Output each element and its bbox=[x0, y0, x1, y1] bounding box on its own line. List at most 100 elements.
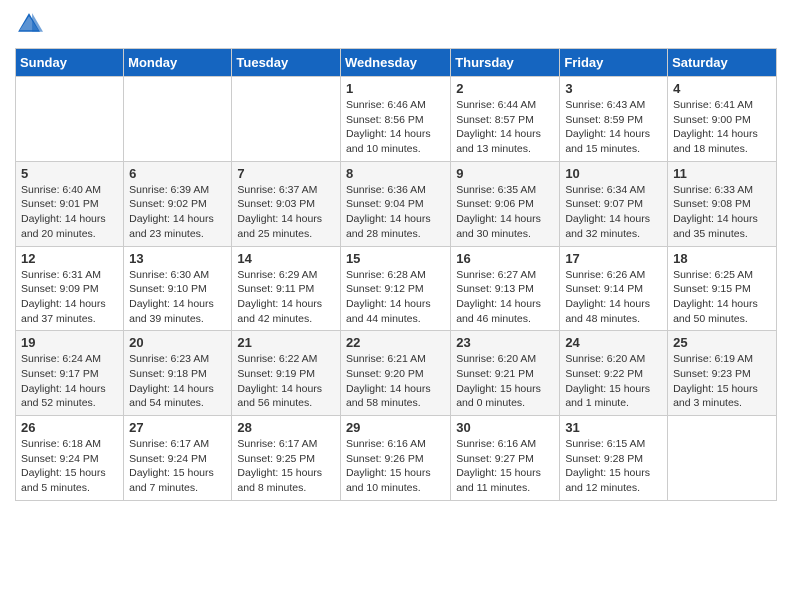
day-number: 16 bbox=[456, 251, 554, 266]
calendar-week-4: 19 Sunrise: 6:24 AMSunset: 9:17 PMDayligh… bbox=[16, 331, 777, 416]
cell-content: Sunrise: 6:20 AMSunset: 9:21 PMDaylight:… bbox=[456, 352, 554, 411]
cell-content: Sunrise: 6:24 AMSunset: 9:17 PMDaylight:… bbox=[21, 352, 118, 411]
day-header-friday: Friday bbox=[560, 49, 668, 77]
cell-content: Sunrise: 6:15 AMSunset: 9:28 PMDaylight:… bbox=[565, 437, 662, 496]
calendar-header-row: SundayMondayTuesdayWednesdayThursdayFrid… bbox=[16, 49, 777, 77]
day-number: 1 bbox=[346, 81, 445, 96]
calendar-cell: 26 Sunrise: 6:18 AMSunset: 9:24 PMDayligh… bbox=[16, 416, 124, 501]
calendar-cell: 29 Sunrise: 6:16 AMSunset: 9:26 PMDayligh… bbox=[340, 416, 450, 501]
cell-content: Sunrise: 6:36 AMSunset: 9:04 PMDaylight:… bbox=[346, 183, 445, 242]
logo bbox=[15, 10, 47, 38]
calendar-cell bbox=[232, 77, 341, 162]
day-header-saturday: Saturday bbox=[668, 49, 777, 77]
cell-content: Sunrise: 6:17 AMSunset: 9:24 PMDaylight:… bbox=[129, 437, 226, 496]
cell-content: Sunrise: 6:27 AMSunset: 9:13 PMDaylight:… bbox=[456, 268, 554, 327]
cell-content: Sunrise: 6:23 AMSunset: 9:18 PMDaylight:… bbox=[129, 352, 226, 411]
day-number: 4 bbox=[673, 81, 771, 96]
calendar-cell: 10 Sunrise: 6:34 AMSunset: 9:07 PMDayligh… bbox=[560, 161, 668, 246]
calendar-cell: 31 Sunrise: 6:15 AMSunset: 9:28 PMDayligh… bbox=[560, 416, 668, 501]
calendar-cell: 18 Sunrise: 6:25 AMSunset: 9:15 PMDayligh… bbox=[668, 246, 777, 331]
calendar-cell: 3 Sunrise: 6:43 AMSunset: 8:59 PMDaylight… bbox=[560, 77, 668, 162]
day-number: 28 bbox=[237, 420, 335, 435]
day-number: 23 bbox=[456, 335, 554, 350]
day-number: 21 bbox=[237, 335, 335, 350]
day-number: 18 bbox=[673, 251, 771, 266]
cell-content: Sunrise: 6:37 AMSunset: 9:03 PMDaylight:… bbox=[237, 183, 335, 242]
cell-content: Sunrise: 6:19 AMSunset: 9:23 PMDaylight:… bbox=[673, 352, 771, 411]
calendar-cell: 12 Sunrise: 6:31 AMSunset: 9:09 PMDayligh… bbox=[16, 246, 124, 331]
calendar-cell: 24Sunrise: 6:20 AMSunset: 9:22 PMDayligh… bbox=[560, 331, 668, 416]
calendar-cell: 30 Sunrise: 6:16 AMSunset: 9:27 PMDayligh… bbox=[451, 416, 560, 501]
calendar-cell: 19 Sunrise: 6:24 AMSunset: 9:17 PMDayligh… bbox=[16, 331, 124, 416]
day-number: 25 bbox=[673, 335, 771, 350]
calendar-cell: 21Sunrise: 6:22 AMSunset: 9:19 PMDayligh… bbox=[232, 331, 341, 416]
day-number: 7 bbox=[237, 166, 335, 181]
day-number: 2 bbox=[456, 81, 554, 96]
day-number: 6 bbox=[129, 166, 226, 181]
day-number: 13 bbox=[129, 251, 226, 266]
cell-content: Sunrise: 6:26 AMSunset: 9:14 PMDaylight:… bbox=[565, 268, 662, 327]
calendar-week-3: 12 Sunrise: 6:31 AMSunset: 9:09 PMDayligh… bbox=[16, 246, 777, 331]
day-header-monday: Monday bbox=[124, 49, 232, 77]
calendar-cell: 2 Sunrise: 6:44 AMSunset: 8:57 PMDaylight… bbox=[451, 77, 560, 162]
calendar-cell: 27Sunrise: 6:17 AMSunset: 9:24 PMDayligh… bbox=[124, 416, 232, 501]
calendar-cell: 6 Sunrise: 6:39 AMSunset: 9:02 PMDaylight… bbox=[124, 161, 232, 246]
day-number: 24 bbox=[565, 335, 662, 350]
day-number: 8 bbox=[346, 166, 445, 181]
calendar-cell: 11 Sunrise: 6:33 AMSunset: 9:08 PMDayligh… bbox=[668, 161, 777, 246]
day-number: 12 bbox=[21, 251, 118, 266]
day-header-tuesday: Tuesday bbox=[232, 49, 341, 77]
day-header-sunday: Sunday bbox=[16, 49, 124, 77]
cell-content: Sunrise: 6:28 AMSunset: 9:12 PMDaylight:… bbox=[346, 268, 445, 327]
day-number: 10 bbox=[565, 166, 662, 181]
cell-content: Sunrise: 6:35 AMSunset: 9:06 PMDaylight:… bbox=[456, 183, 554, 242]
day-number: 20 bbox=[129, 335, 226, 350]
day-number: 9 bbox=[456, 166, 554, 181]
calendar-cell: 1Sunrise: 6:46 AMSunset: 8:56 PMDaylight… bbox=[340, 77, 450, 162]
cell-content: Sunrise: 6:44 AMSunset: 8:57 PMDaylight:… bbox=[456, 98, 554, 157]
calendar-cell: 23 Sunrise: 6:20 AMSunset: 9:21 PMDayligh… bbox=[451, 331, 560, 416]
day-number: 11 bbox=[673, 166, 771, 181]
cell-content: Sunrise: 6:31 AMSunset: 9:09 PMDaylight:… bbox=[21, 268, 118, 327]
calendar-week-2: 5Sunrise: 6:40 AMSunset: 9:01 PMDaylight… bbox=[16, 161, 777, 246]
calendar-cell: 7 Sunrise: 6:37 AMSunset: 9:03 PMDaylight… bbox=[232, 161, 341, 246]
logo-icon bbox=[15, 10, 43, 38]
calendar-cell: 16 Sunrise: 6:27 AMSunset: 9:13 PMDayligh… bbox=[451, 246, 560, 331]
calendar-cell: 15 Sunrise: 6:28 AMSunset: 9:12 PMDayligh… bbox=[340, 246, 450, 331]
cell-content: Sunrise: 6:21 AMSunset: 9:20 PMDaylight:… bbox=[346, 352, 445, 411]
day-number: 3 bbox=[565, 81, 662, 96]
cell-content: Sunrise: 6:30 AMSunset: 9:10 PMDaylight:… bbox=[129, 268, 226, 327]
cell-content: Sunrise: 6:25 AMSunset: 9:15 PMDaylight:… bbox=[673, 268, 771, 327]
cell-content: Sunrise: 6:39 AMSunset: 9:02 PMDaylight:… bbox=[129, 183, 226, 242]
cell-content: Sunrise: 6:40 AMSunset: 9:01 PMDaylight:… bbox=[21, 183, 118, 242]
calendar-cell: 9 Sunrise: 6:35 AMSunset: 9:06 PMDaylight… bbox=[451, 161, 560, 246]
cell-content: Sunrise: 6:41 AMSunset: 9:00 PMDaylight:… bbox=[673, 98, 771, 157]
day-number: 29 bbox=[346, 420, 445, 435]
calendar-cell: 17 Sunrise: 6:26 AMSunset: 9:14 PMDayligh… bbox=[560, 246, 668, 331]
cell-content: Sunrise: 6:16 AMSunset: 9:26 PMDaylight:… bbox=[346, 437, 445, 496]
calendar-cell: 28Sunrise: 6:17 AMSunset: 9:25 PMDayligh… bbox=[232, 416, 341, 501]
day-number: 14 bbox=[237, 251, 335, 266]
page-header bbox=[15, 10, 777, 38]
cell-content: Sunrise: 6:43 AMSunset: 8:59 PMDaylight:… bbox=[565, 98, 662, 157]
calendar-cell: 14 Sunrise: 6:29 AMSunset: 9:11 PMDayligh… bbox=[232, 246, 341, 331]
cell-content: Sunrise: 6:16 AMSunset: 9:27 PMDaylight:… bbox=[456, 437, 554, 496]
day-number: 30 bbox=[456, 420, 554, 435]
day-header-wednesday: Wednesday bbox=[340, 49, 450, 77]
calendar-cell: 25 Sunrise: 6:19 AMSunset: 9:23 PMDayligh… bbox=[668, 331, 777, 416]
day-number: 17 bbox=[565, 251, 662, 266]
cell-content: Sunrise: 6:33 AMSunset: 9:08 PMDaylight:… bbox=[673, 183, 771, 242]
calendar-cell: 20 Sunrise: 6:23 AMSunset: 9:18 PMDayligh… bbox=[124, 331, 232, 416]
cell-content: Sunrise: 6:18 AMSunset: 9:24 PMDaylight:… bbox=[21, 437, 118, 496]
calendar-cell: 5Sunrise: 6:40 AMSunset: 9:01 PMDaylight… bbox=[16, 161, 124, 246]
cell-content: Sunrise: 6:29 AMSunset: 9:11 PMDaylight:… bbox=[237, 268, 335, 327]
day-number: 19 bbox=[21, 335, 118, 350]
calendar-cell bbox=[16, 77, 124, 162]
calendar-cell: 8 Sunrise: 6:36 AMSunset: 9:04 PMDaylight… bbox=[340, 161, 450, 246]
day-number: 31 bbox=[565, 420, 662, 435]
cell-content: Sunrise: 6:34 AMSunset: 9:07 PMDaylight:… bbox=[565, 183, 662, 242]
calendar-table: SundayMondayTuesdayWednesdayThursdayFrid… bbox=[15, 48, 777, 501]
day-number: 15 bbox=[346, 251, 445, 266]
calendar-cell: 13 Sunrise: 6:30 AMSunset: 9:10 PMDayligh… bbox=[124, 246, 232, 331]
day-number: 26 bbox=[21, 420, 118, 435]
